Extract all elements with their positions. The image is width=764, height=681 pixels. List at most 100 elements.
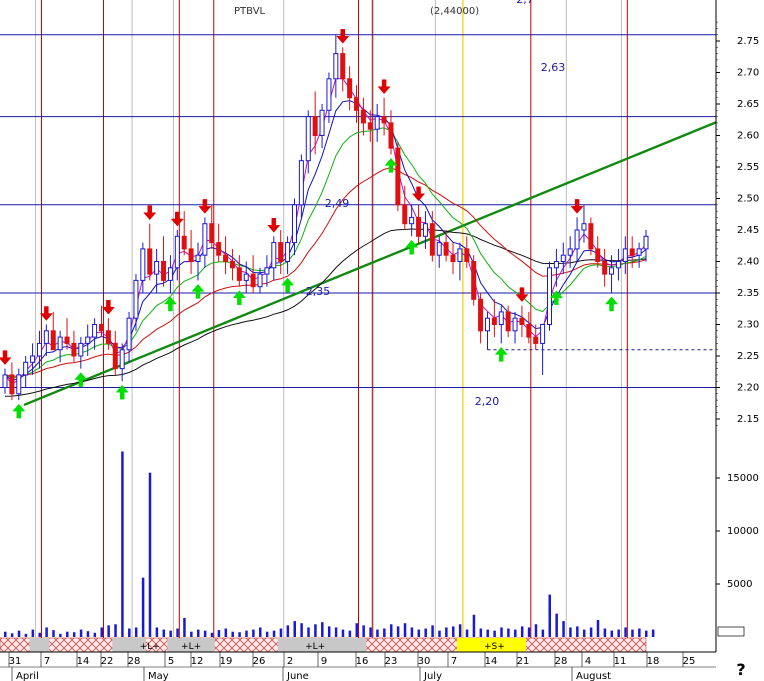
volume-bar [458, 624, 462, 637]
candle-body [285, 242, 291, 263]
volume-bar [314, 624, 317, 637]
volume-bar [582, 629, 586, 637]
sell-signal-arrow [267, 218, 281, 233]
month-label: July [423, 671, 442, 681]
candle-body [43, 330, 49, 344]
volume-bar [424, 628, 427, 637]
price-tick-label: 2.15 [737, 414, 759, 425]
date-tick-label: 25 [683, 656, 696, 667]
stock-chart: +L+ +L+ +L+ +S+ 2.75 2.70 2.65 2.60 2.55 2.50 2.4… [0, 0, 759, 681]
price-tick-label: 2.35 [737, 288, 759, 299]
candle-body [71, 342, 77, 357]
sell-signal-arrow [198, 199, 212, 214]
candle-body [188, 248, 194, 262]
volume-bar [410, 627, 414, 637]
candle-body [526, 324, 532, 338]
candle-body [291, 204, 297, 244]
candle-body [64, 336, 70, 344]
candle-body [540, 324, 546, 344]
candle-body [471, 261, 477, 300]
volume-bar [348, 630, 352, 637]
volume-bar [452, 626, 455, 637]
volume-bar [548, 594, 552, 637]
volume-bar [141, 577, 145, 637]
volume-tick-label: 15000 [727, 473, 759, 484]
candle-body [229, 261, 235, 269]
date-tick-label: 2 [287, 656, 293, 667]
candle-body [450, 254, 456, 262]
volume-tick-label: 5000 [727, 579, 752, 590]
volume-bar [651, 629, 655, 637]
volume-bar [100, 627, 103, 637]
date-tick-label: 23 [385, 656, 398, 667]
volume-bar [507, 628, 510, 637]
volume-bar [645, 630, 648, 637]
candle-body [436, 242, 442, 256]
volume-bar [114, 624, 117, 637]
volume-bar [438, 630, 441, 637]
candle-body [422, 223, 428, 237]
date-tick-label: 16 [356, 656, 369, 667]
candle-body [223, 254, 229, 262]
candle-body [381, 116, 387, 124]
volume-bar [286, 625, 290, 637]
band-label: +L+ [181, 642, 201, 652]
volume-bar [259, 627, 262, 637]
buy-signal-arrow [12, 403, 26, 419]
month-label: April [16, 671, 39, 681]
candle-body [326, 78, 332, 111]
volume-bar [307, 627, 310, 637]
candle-body [319, 109, 325, 137]
candle-body [133, 279, 139, 319]
candle-body [305, 116, 311, 162]
volume-bar [417, 629, 421, 637]
candle-body [30, 355, 36, 363]
level-label: 2,63 [541, 61, 566, 74]
volume-bar [334, 627, 338, 637]
volume-bar [383, 628, 386, 637]
band-label: +L+ [305, 642, 325, 652]
date-tick-label: 28 [128, 656, 141, 667]
month-label: June [286, 671, 309, 681]
volume-bar [624, 627, 627, 637]
candle-body [340, 53, 346, 80]
candle-body [257, 273, 263, 288]
volume-bar [134, 627, 138, 637]
volume-bar [265, 631, 269, 637]
sell-signal-arrow [570, 199, 584, 214]
buy-signal-arrow [191, 284, 205, 299]
volume-bar [300, 623, 303, 637]
candle-body [126, 317, 132, 351]
volume-bar [493, 630, 496, 637]
candle-body [298, 160, 304, 206]
volume-bar [252, 629, 255, 637]
volume-bar [445, 627, 448, 637]
buy-signal-arrow [384, 158, 398, 173]
candle-body [147, 248, 153, 275]
candle-body [567, 248, 573, 256]
candle-body [643, 235, 649, 250]
candle-body [181, 235, 187, 250]
sell-signal-arrow [39, 306, 53, 321]
candle-body [478, 298, 484, 332]
volume-bar [203, 630, 207, 637]
date-tick-label: 21 [517, 656, 530, 667]
volume-bar [479, 628, 483, 637]
candle-body [395, 147, 401, 206]
date-tick-label: 18 [647, 656, 660, 667]
candle-body [595, 248, 601, 262]
volume-bar [472, 614, 476, 637]
candle-body [484, 317, 490, 332]
date-tick-label: 4 [585, 656, 591, 667]
price-tick-label: 2.75 [737, 36, 759, 47]
level-label: 2,20 [475, 395, 500, 408]
date-tick-label: 22 [101, 656, 114, 667]
volume-bar [272, 630, 276, 637]
candle-body [629, 248, 635, 256]
volume-bar [17, 630, 21, 637]
volume-bar [155, 627, 159, 637]
volume-bar [520, 626, 524, 637]
volume-bar [562, 621, 565, 637]
volume-bar [38, 632, 41, 637]
volume-scale-box [717, 626, 745, 637]
